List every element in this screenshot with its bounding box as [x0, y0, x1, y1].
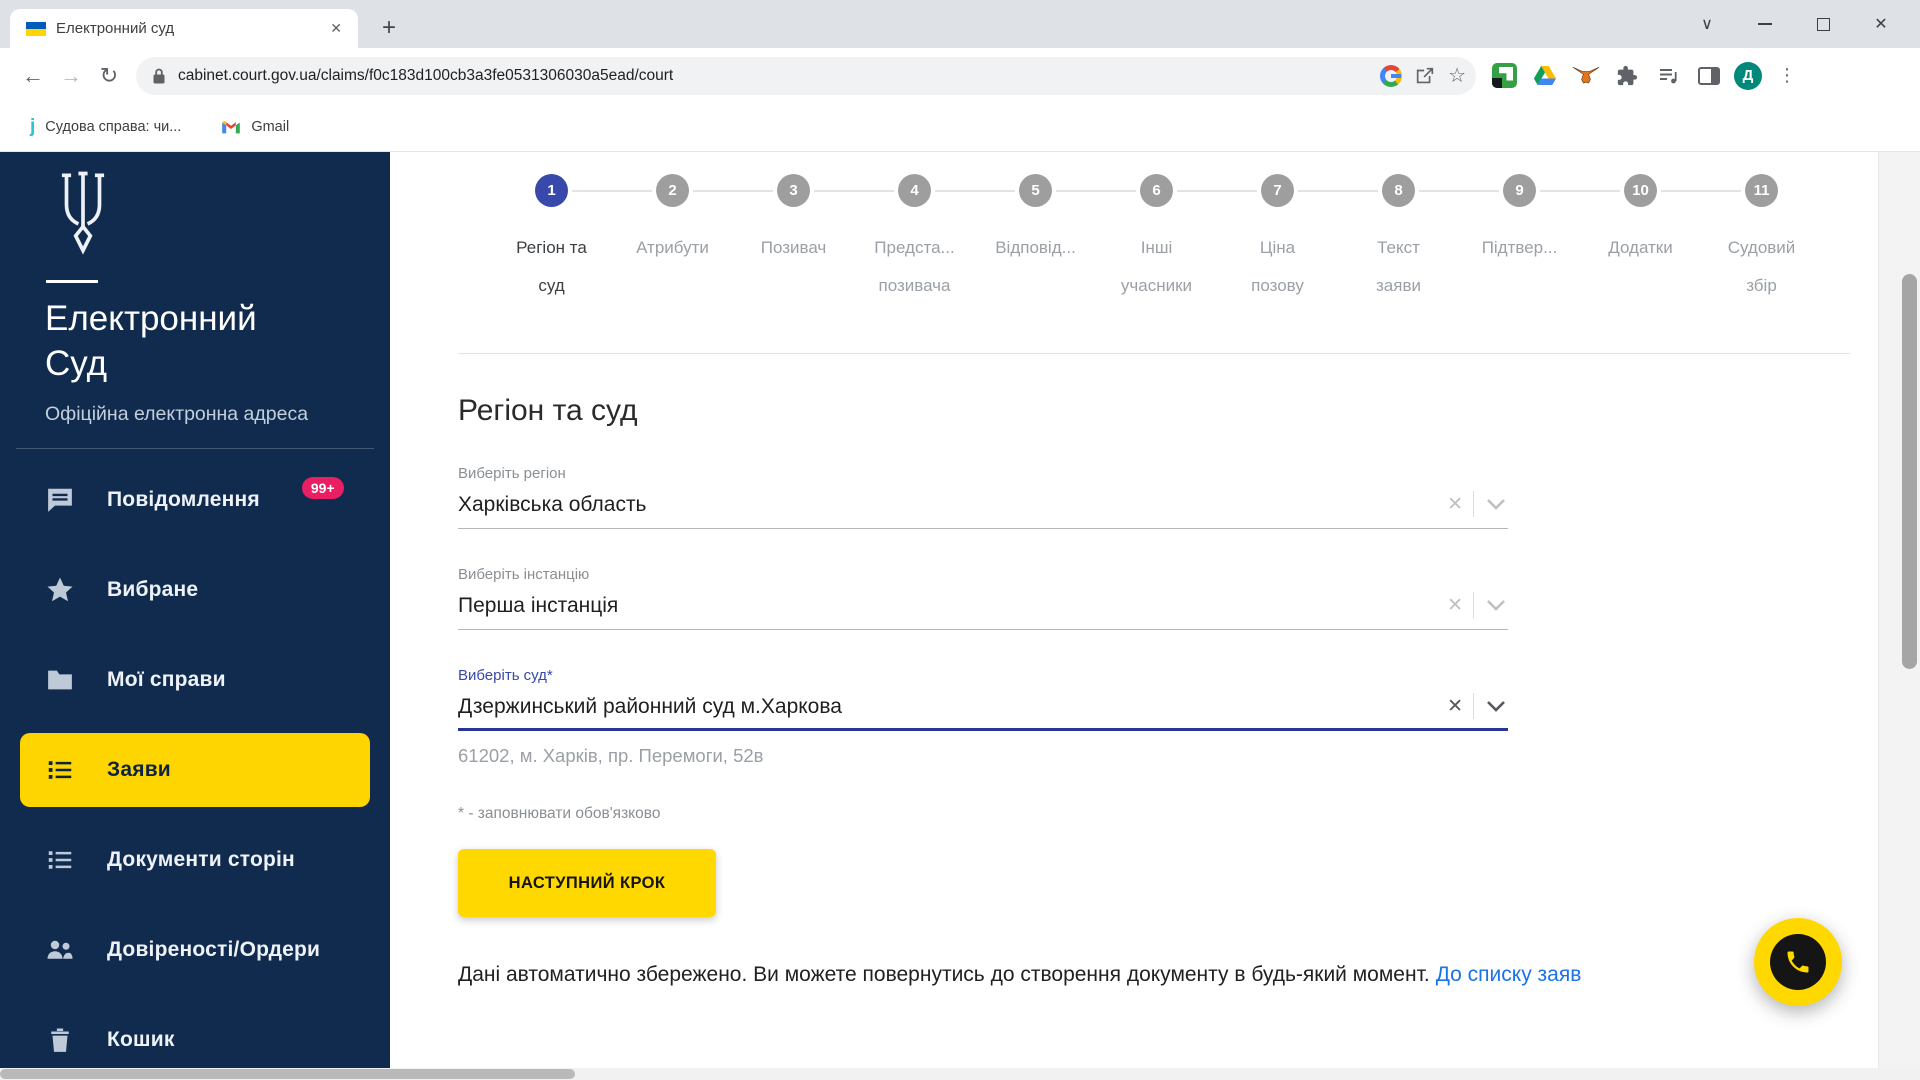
messages-badge: 99+: [302, 477, 344, 499]
extensions-puzzle-icon[interactable]: [1611, 60, 1643, 92]
court-address-hint: 61202, м. Харків, пр. Перемоги, 52в: [458, 745, 1508, 767]
browser-tab[interactable]: Електронний суд ✕: [10, 9, 358, 48]
playlist-music-icon[interactable]: [1652, 60, 1684, 92]
step-3[interactable]: 3 Позивач: [733, 174, 854, 305]
sidebar-item-party-documents[interactable]: Документи сторін: [0, 815, 390, 905]
clear-icon[interactable]: ✕: [1447, 695, 1463, 718]
tab-title: Електронний суд: [56, 20, 316, 37]
tab-bar: Електронний суд ✕ + ∨ ✕: [0, 0, 1920, 48]
j-icon: j: [30, 116, 35, 138]
sidebar-menu: Повідомлення 99+ Вибране Мої справи: [0, 455, 390, 1080]
metamask-fox-icon[interactable]: [1570, 60, 1602, 92]
bookmark-item[interactable]: j Судова справа: чи...: [30, 116, 181, 138]
sidebar-item-messages[interactable]: Повідомлення 99+: [0, 455, 390, 545]
sidebar-item-my-cases[interactable]: Мої справи: [0, 635, 390, 725]
new-tab-button[interactable]: +: [382, 14, 396, 42]
google-g-icon[interactable]: [1380, 65, 1402, 87]
clear-icon[interactable]: ✕: [1447, 493, 1463, 516]
step-2[interactable]: 2 Атрибути: [612, 174, 733, 305]
tab-search-icon[interactable]: ∨: [1678, 0, 1736, 48]
main-content: 1 Регіон тасуд 2 Атрибути 3 Позивач 4 Пр…: [390, 152, 1920, 1080]
message-icon: [45, 485, 75, 515]
phone-icon: [1770, 934, 1826, 990]
share-icon[interactable]: [1414, 65, 1436, 87]
claims-list-link[interactable]: До списку заяв: [1436, 963, 1582, 986]
vertical-scrollbar-thumb[interactable]: [1902, 274, 1917, 669]
stepper-divider: [458, 353, 1850, 354]
lock-icon: [152, 67, 166, 85]
star-icon: [45, 575, 75, 605]
next-step-button[interactable]: НАСТУПНИЙ КРОК: [458, 849, 716, 917]
instance-select-field: Виберіть інстанцію Перша інстанція ✕: [458, 566, 1508, 630]
step-11[interactable]: 11 Судовийзбір: [1701, 174, 1822, 305]
bookmark-item[interactable]: Gmail: [221, 119, 289, 135]
field-label: Виберіть інстанцію: [458, 566, 1508, 583]
browser-menu-icon[interactable]: ⋮: [1771, 60, 1803, 92]
instance-select[interactable]: Перша інстанція ✕: [458, 592, 1508, 630]
sidebar-item-claims[interactable]: Заяви: [20, 733, 370, 807]
step-1[interactable]: 1 Регіон тасуд: [491, 174, 612, 305]
green-extension-icon[interactable]: [1488, 60, 1520, 92]
reload-button[interactable]: ↻: [90, 57, 128, 95]
step-10[interactable]: 10 Додатки: [1580, 174, 1701, 305]
step-7[interactable]: 7 Цінапозову: [1217, 174, 1338, 305]
app-subtitle: Офіційна електронна адреса: [45, 403, 390, 426]
sidebar-divider: [16, 448, 374, 449]
profile-avatar[interactable]: Д: [1734, 62, 1762, 90]
clear-icon[interactable]: ✕: [1447, 594, 1463, 617]
extensions-area: Д ⋮: [1484, 60, 1807, 92]
sidebar: Електронний Суд Офіційна електронна адре…: [0, 152, 390, 1080]
folder-icon: [45, 665, 75, 695]
logo-divider: [46, 280, 98, 283]
close-window-button[interactable]: ✕: [1852, 0, 1910, 48]
app-title: Електронний Суд: [45, 297, 390, 387]
step-8[interactable]: 8 Текстзаяви: [1338, 174, 1459, 305]
list-icon: [45, 845, 75, 875]
step-6[interactable]: 6 Іншіучасники: [1096, 174, 1217, 305]
step-9[interactable]: 9 Підтвер...: [1459, 174, 1580, 305]
region-select-field: Виберіть регіон Харківська область ✕: [458, 465, 1508, 529]
minimize-button[interactable]: [1736, 0, 1794, 48]
bookmark-star-icon[interactable]: ☆: [1448, 63, 1466, 88]
maximize-button[interactable]: [1794, 0, 1852, 48]
court-select-field: Виберіть суд* Дзержинський районний суд …: [458, 667, 1508, 767]
required-note: * - заповнювати обов'язково: [458, 805, 1920, 823]
step-5[interactable]: 5 Відповід...: [975, 174, 1096, 305]
chevron-down-icon[interactable]: [1484, 497, 1508, 511]
court-select[interactable]: Дзержинський районний суд м.Харкова ✕: [458, 693, 1508, 731]
people-icon: [45, 935, 75, 965]
trident-logo: [45, 168, 121, 256]
gmail-icon: [221, 119, 241, 135]
page-title: Регіон та суд: [458, 394, 1920, 428]
horizontal-scrollbar[interactable]: [0, 1068, 1920, 1080]
ukraine-flag-favicon: [26, 22, 46, 36]
field-label: Виберіть регіон: [458, 465, 1508, 482]
phone-fab-button[interactable]: [1754, 918, 1842, 1006]
side-panel-icon[interactable]: [1693, 60, 1725, 92]
wizard-stepper: 1 Регіон тасуд 2 Атрибути 3 Позивач 4 Пр…: [491, 172, 1920, 305]
google-drive-icon[interactable]: [1529, 60, 1561, 92]
bookmarks-bar: j Судова справа: чи... Gmail: [0, 103, 1920, 152]
browser-toolbar: ← → ↻ cabinet.court.gov.ua/claims/f0c183…: [0, 48, 1920, 103]
chevron-down-icon[interactable]: [1484, 699, 1508, 713]
region-select[interactable]: Харківська область ✕: [458, 491, 1508, 529]
chevron-down-icon[interactable]: [1484, 598, 1508, 612]
url-text[interactable]: cabinet.court.gov.ua/claims/f0c183d100cb…: [178, 67, 1368, 85]
trash-icon: [45, 1025, 75, 1055]
field-label: Виберіть суд*: [458, 667, 1508, 684]
window-controls: ∨ ✕: [1678, 0, 1910, 48]
tab-close-icon[interactable]: ✕: [326, 18, 346, 39]
autosave-notice: Дані автоматично збережено. Ви можете по…: [458, 963, 1920, 987]
back-button[interactable]: ←: [14, 57, 52, 95]
list-icon: [45, 755, 75, 785]
sidebar-item-powers-of-attorney[interactable]: Довіреності/Ордери: [0, 905, 390, 995]
step-4[interactable]: 4 Предста...позивача: [854, 174, 975, 305]
sidebar-item-favorites[interactable]: Вибране: [0, 545, 390, 635]
address-bar[interactable]: cabinet.court.gov.ua/claims/f0c183d100cb…: [136, 57, 1476, 95]
horizontal-scrollbar-thumb[interactable]: [0, 1069, 575, 1079]
forward-button[interactable]: →: [52, 57, 90, 95]
vertical-scrollbar[interactable]: [1878, 152, 1920, 1068]
